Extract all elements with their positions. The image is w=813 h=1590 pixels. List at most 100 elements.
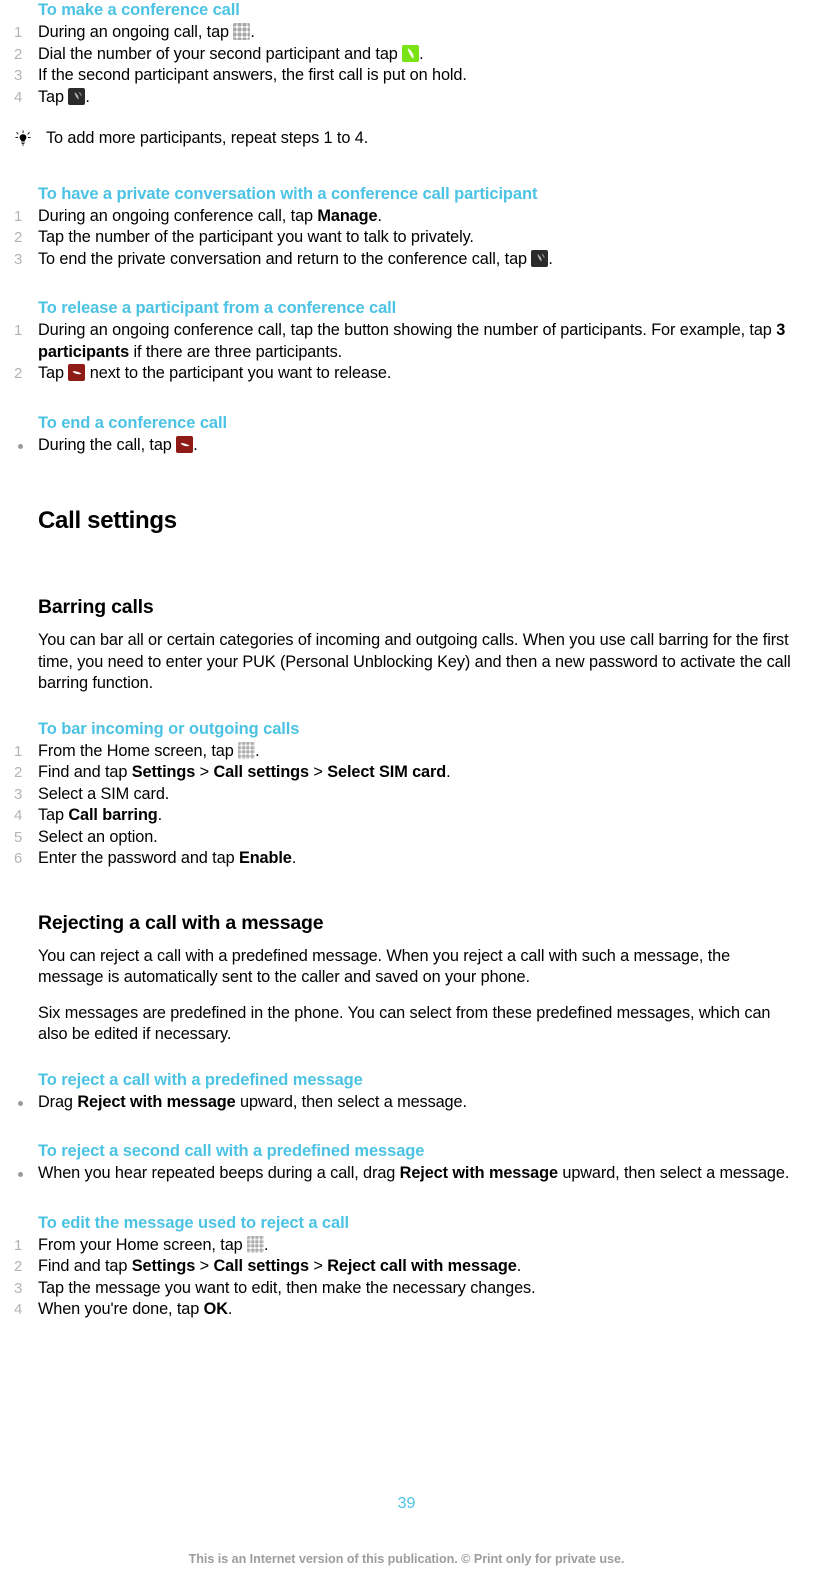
- ui-term: Enable: [238, 849, 292, 867]
- end-call-icon: [176, 435, 194, 453]
- list-item: To end the private conversation and retu…: [0, 249, 799, 271]
- bullet-text-tail: .: [193, 435, 198, 454]
- separator: >: [195, 763, 214, 781]
- step-text: From the Home screen, tap: [38, 741, 239, 760]
- list-item: During an ongoing conference call, tap t…: [0, 320, 799, 363]
- step-text: Dial the number of your second participa…: [38, 44, 403, 63]
- ui-term: Reject with message: [77, 1092, 236, 1111]
- separator: >: [308, 1257, 328, 1275]
- ui-term: Manage: [317, 206, 378, 225]
- step-text-tail: .: [291, 849, 297, 867]
- step-text: Tap the message you want to edit, then m…: [38, 1278, 536, 1297]
- merge-calls-icon: [531, 249, 549, 267]
- paragraph-barring-calls: You can bar all or certain categories of…: [38, 631, 791, 692]
- paragraph-rejecting-1: You can reject a call with a predefined …: [38, 946, 731, 987]
- bullet-text-tail: upward, then select a message.: [557, 1164, 790, 1182]
- list-item: From the Home screen, tap .: [0, 741, 799, 763]
- list-item: Select an option.: [0, 827, 799, 849]
- step-text-tail: .: [377, 206, 382, 225]
- bullets-reject-second-call: When you hear repeated beeps during a ca…: [0, 1163, 799, 1185]
- step-text: Tap: [38, 87, 69, 106]
- step-text: If the second participant answers, the f…: [38, 66, 467, 84]
- tip-note: To add more participants, repeat steps 1…: [0, 128, 799, 150]
- list-item: Drag Reject with message upward, then se…: [0, 1092, 799, 1114]
- ui-term: Call barring: [68, 806, 158, 824]
- steps-release-participant: During an ongoing conference call, tap t…: [0, 320, 799, 385]
- separator: >: [195, 1257, 214, 1275]
- step-text-tail: .: [157, 806, 163, 824]
- ui-term: Call settings: [213, 763, 309, 781]
- lightbulb-tip-icon: [12, 130, 34, 148]
- bullet-text: Drag: [38, 1092, 78, 1111]
- bullets-reject-predefined: Drag Reject with message upward, then se…: [0, 1092, 799, 1114]
- app-drawer-icon: [247, 1235, 265, 1253]
- list-item: During an ongoing conference call, tap M…: [0, 206, 799, 228]
- list-item: Find and tap Settings > Call settings > …: [0, 1256, 799, 1278]
- step-text: Find and tap: [38, 763, 132, 781]
- ui-term: Reject with message: [399, 1164, 558, 1182]
- manual-page: To make a conference call During an ongo…: [0, 0, 813, 1590]
- heading-release-participant: To release a participant from a conferen…: [38, 299, 397, 317]
- step-text-tail: next to the participant you want to rele…: [85, 364, 392, 382]
- step-text-tail: if there are three participants.: [129, 342, 343, 361]
- ui-term: Select SIM card: [327, 763, 447, 781]
- bullets-end-conference-call: During the call, tap .: [0, 435, 799, 457]
- list-item: Tap next to the participant you want to …: [0, 363, 799, 385]
- list-item: Tap the number of the participant you wa…: [0, 227, 799, 249]
- step-text-tail: .: [419, 44, 424, 63]
- footer-copyright-note: This is an Internet version of this publ…: [188, 1552, 625, 1566]
- page-number: 39: [397, 1495, 416, 1512]
- step-text-tail: .: [255, 741, 260, 760]
- list-item: Dial the number of your second participa…: [0, 44, 799, 66]
- list-item: Tap .: [0, 87, 799, 109]
- list-item: When you hear repeated beeps during a ca…: [0, 1163, 799, 1185]
- step-text: During an ongoing call, tap: [38, 23, 234, 41]
- step-text: Select a SIM card.: [38, 784, 170, 803]
- step-text-tail: .: [446, 763, 451, 781]
- list-item: Enter the password and tap Enable.: [0, 848, 799, 870]
- list-item: During the call, tap .: [0, 435, 799, 457]
- step-text: To end the private conversation and retu…: [38, 249, 532, 268]
- heading-end-conference-call: To end a conference call: [38, 413, 227, 432]
- heading-barring-calls: Barring calls: [38, 596, 154, 618]
- heading-private-conversation: To have a private conversation with a co…: [38, 184, 538, 203]
- heading-make-conference-call: To make a conference call: [38, 1, 240, 19]
- bullet-text: When you hear repeated beeps during a ca…: [38, 1164, 400, 1182]
- bullet-text: During the call, tap: [38, 435, 177, 454]
- dialpad-icon: [233, 23, 251, 40]
- steps-bar-calls: From the Home screen, tap . Find and tap…: [0, 741, 799, 870]
- list-item: During an ongoing call, tap .: [0, 22, 799, 44]
- step-text: From your Home screen, tap: [38, 1235, 248, 1254]
- list-item: When you're done, tap OK.: [0, 1299, 799, 1321]
- end-call-icon: [68, 364, 86, 381]
- step-text-tail: .: [227, 1300, 233, 1318]
- steps-edit-reject-message: From your Home screen, tap . Find and ta…: [0, 1235, 799, 1321]
- heading-bar-incoming-outgoing-calls: To bar incoming or outgoing calls: [38, 719, 300, 738]
- list-item: From your Home screen, tap .: [0, 1235, 799, 1257]
- step-text: Tap: [38, 364, 69, 382]
- ui-term: Call settings: [213, 1257, 309, 1275]
- page-title-call-settings: Call settings: [38, 507, 177, 534]
- steps-private-conversation: During an ongoing conference call, tap M…: [0, 206, 799, 271]
- step-text-tail: .: [516, 1257, 522, 1275]
- step-text-tail: .: [548, 249, 553, 268]
- step-text: Tap the number of the participant you wa…: [38, 228, 474, 246]
- ui-term: Settings: [131, 1257, 196, 1275]
- step-text-tail: .: [264, 1235, 269, 1254]
- step-text: Select an option.: [38, 827, 158, 846]
- heading-reject-second-call: To reject a second call with a predefine…: [38, 1142, 425, 1160]
- paragraph-rejecting-2: Six messages are predefined in the phone…: [38, 1003, 771, 1044]
- step-text: Tap: [38, 806, 69, 824]
- ui-term: Reject call with message: [327, 1257, 517, 1275]
- app-drawer-icon: [238, 741, 256, 759]
- heading-rejecting-call-with-message: Rejecting a call with a message: [38, 911, 324, 934]
- heading-reject-predefined-message: To reject a call with a predefined messa…: [38, 1070, 363, 1089]
- step-text: During an ongoing conference call, tap t…: [38, 321, 777, 339]
- ui-term: OK: [203, 1300, 228, 1318]
- list-item: Find and tap Settings > Call settings > …: [0, 762, 799, 784]
- step-text-tail: .: [85, 87, 90, 106]
- heading-edit-reject-message: To edit the message used to reject a cal…: [38, 1213, 350, 1232]
- tip-text: To add more participants, repeat steps 1…: [46, 129, 369, 147]
- step-text: During an ongoing conference call, tap: [38, 206, 318, 225]
- ui-term: Settings: [131, 763, 196, 781]
